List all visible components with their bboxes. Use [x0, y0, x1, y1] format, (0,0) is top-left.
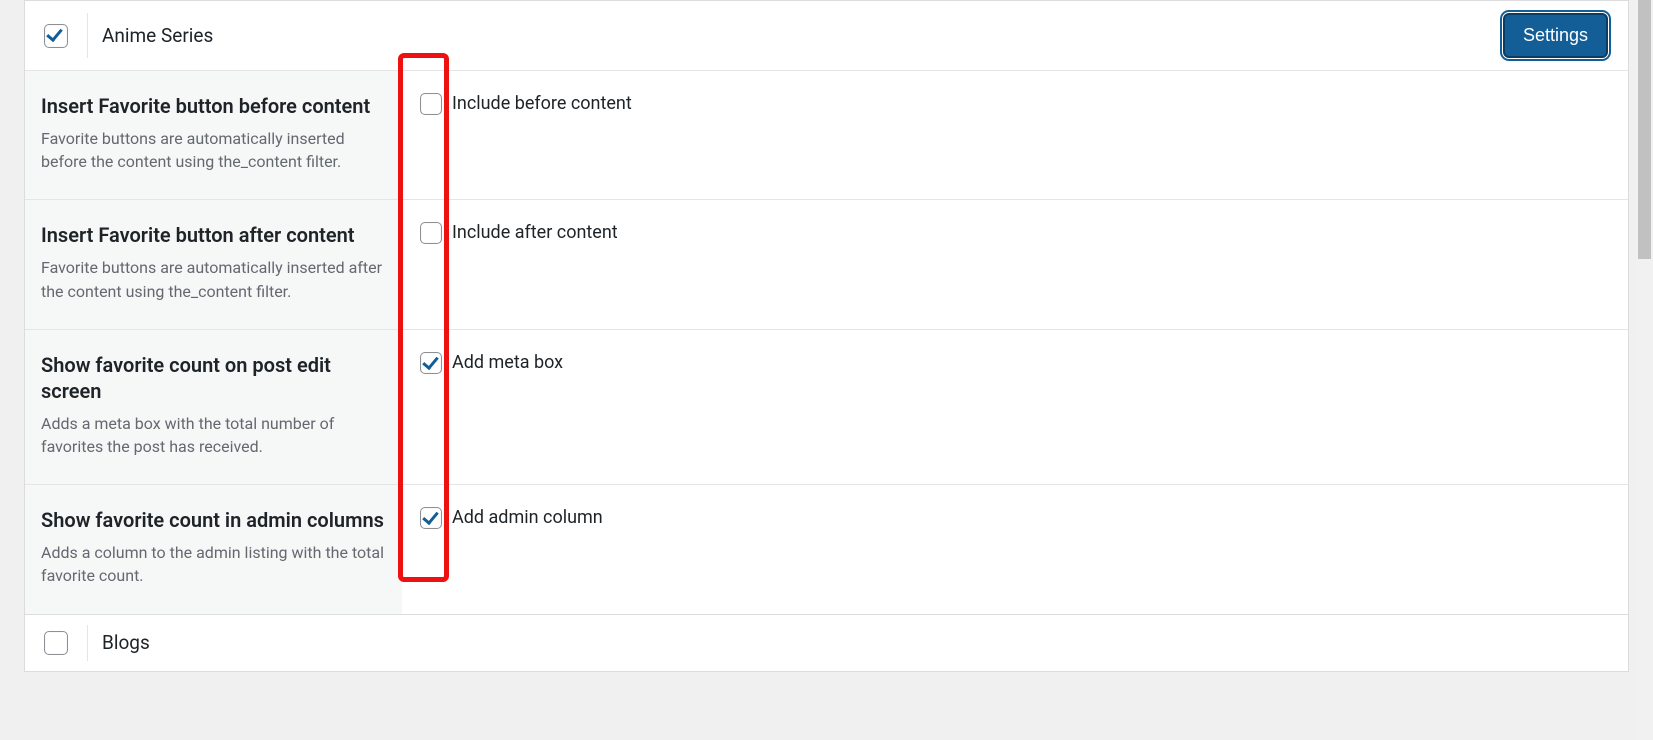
post-type-enable-checkbox[interactable] [44, 24, 68, 48]
include-after-content-checkbox[interactable] [420, 222, 442, 244]
post-type-header: Blogs [25, 615, 1628, 671]
setting-value-cell: Include after content [402, 200, 1628, 328]
setting-description: Favorite buttons are automatically inser… [41, 127, 386, 173]
setting-row-include-after-content: Insert Favorite button after content Favo… [25, 200, 1628, 329]
checkbox-label[interactable]: Include after content [452, 222, 618, 244]
setting-row-include-before-content: Insert Favorite button before content Fav… [25, 71, 1628, 200]
post-type-title: Anime Series [88, 24, 1503, 47]
add-admin-column-checkbox[interactable] [420, 507, 442, 529]
setting-label-cell: Show favorite count on post edit screen A… [25, 330, 402, 484]
setting-value-cell: Add meta box [402, 330, 1628, 484]
setting-row-add-meta-box: Show favorite count on post edit screen A… [25, 330, 1628, 485]
setting-title: Insert Favorite button before content [41, 93, 386, 119]
setting-row-add-admin-column: Show favorite count in admin columns Adds… [25, 485, 1628, 613]
setting-label-cell: Show favorite count in admin columns Adds… [25, 485, 402, 613]
post-type-enable-checkbox[interactable] [44, 631, 68, 655]
setting-value-cell: Add admin column [402, 485, 1628, 613]
vertical-scrollbar[interactable] [1636, 0, 1653, 740]
include-before-content-checkbox[interactable] [420, 93, 442, 115]
setting-description: Favorite buttons are automatically inser… [41, 256, 386, 302]
checkbox-label[interactable]: Add meta box [452, 352, 563, 374]
setting-title: Show favorite count on post edit screen [41, 352, 386, 404]
setting-title: Show favorite count in admin columns [41, 507, 386, 533]
post-type-panel-anime-series: Anime Series Settings Insert Favorite bu… [24, 0, 1629, 615]
setting-description: Adds a meta box with the total number of… [41, 412, 386, 458]
setting-label-cell: Insert Favorite button before content Fav… [25, 71, 402, 199]
scrollbar-thumb[interactable] [1638, 0, 1651, 259]
add-meta-box-checkbox[interactable] [420, 352, 442, 374]
checkbox-label[interactable]: Include before content [452, 93, 632, 115]
post-type-panel-blogs: Blogs [24, 615, 1629, 672]
post-type-header: Anime Series Settings [25, 1, 1628, 71]
settings-button[interactable]: Settings [1503, 13, 1608, 58]
setting-value-cell: Include before content [402, 71, 1628, 199]
setting-description: Adds a column to the admin listing with … [41, 541, 386, 587]
setting-label-cell: Insert Favorite button after content Favo… [25, 200, 402, 328]
setting-title: Insert Favorite button after content [41, 222, 386, 248]
post-type-title: Blogs [88, 631, 150, 654]
checkbox-label[interactable]: Add admin column [452, 507, 603, 529]
